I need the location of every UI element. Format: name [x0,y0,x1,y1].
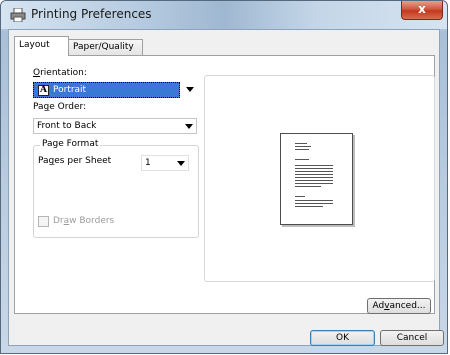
tab-paper-quality[interactable]: Paper/Quality [68,39,143,55]
page-order-dropdown[interactable]: Front to Back [33,118,197,134]
close-button[interactable]: x [401,1,443,20]
chevron-down-icon[interactable] [185,124,193,129]
pages-per-sheet-value: 1 [145,158,151,168]
orientation-selected-item: A Portrait [33,82,180,98]
orientation-dropdown[interactable]: A Portrait [33,82,197,98]
orientation-value: Portrait [53,85,87,95]
tab-layout[interactable]: Layout [14,36,69,56]
pages-per-sheet-dropdown[interactable]: 1 [141,155,189,171]
title-bar[interactable]: Printing Preferences x [1,1,447,29]
close-icon: x [418,2,426,16]
tab-paper-quality-label: Paper/Quality [73,42,134,52]
cancel-button[interactable]: Cancel [380,330,444,346]
page-order-label: Page Order: [33,102,87,112]
printer-icon [10,8,26,22]
window-title: Printing Preferences [31,7,152,21]
draw-borders-checkbox[interactable] [38,216,49,227]
advanced-button[interactable]: Advanced... [367,298,431,314]
portrait-orientation-icon: A [38,85,49,96]
page-preview-sheet [280,133,353,225]
ok-button[interactable]: OK [310,330,375,346]
page-format-title: Page Format [40,139,101,149]
draw-borders-label: Draw Borders [53,216,115,226]
pages-per-sheet-label: Pages per Sheet [38,156,112,166]
page-order-value: Front to Back [37,121,97,131]
chevron-down-icon[interactable] [186,87,194,92]
orientation-label: Orientation: [33,68,87,78]
chevron-down-icon[interactable] [177,161,185,166]
page-preview [204,75,435,282]
tab-layout-label: Layout [19,40,50,50]
